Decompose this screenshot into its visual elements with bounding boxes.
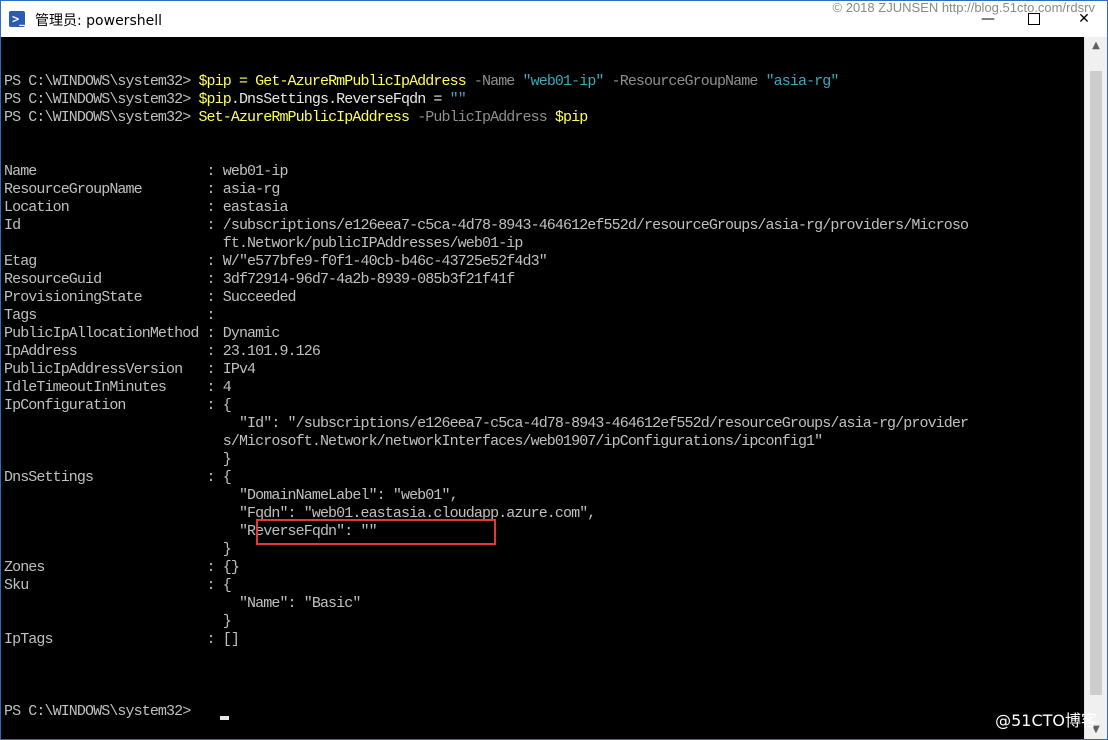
output-line: Zones : {} bbox=[4, 559, 240, 576]
output-line: DnsSettings : { bbox=[4, 469, 232, 486]
output-line: IpAddress : 23.101.9.126 bbox=[4, 343, 321, 360]
output-line: IpConfiguration : { bbox=[4, 397, 232, 414]
output-line: ResourceGuid : 3df72914-96d7-4a2b-8939-0… bbox=[4, 271, 515, 288]
output-line: Etag : W/"e577bfe9-f0f1-40cb-b46c-43725e… bbox=[4, 253, 548, 270]
output-line: "Name": "Basic" bbox=[4, 595, 361, 612]
output-line: ft.Network/publicIPAddresses/web01-ip bbox=[4, 235, 524, 252]
output-line: IpTags : [] bbox=[4, 631, 240, 648]
output-line: "Id": "/subscriptions/e126eea7-c5ca-4d78… bbox=[4, 415, 969, 432]
command-token: $pip = bbox=[190, 73, 256, 90]
output-line: ResourceGroupName : asia-rg bbox=[4, 181, 280, 198]
maximize-icon bbox=[1028, 13, 1040, 25]
command-token: "web01-ip" bbox=[522, 73, 605, 90]
final-prompt: PS C:\WINDOWS\system32> bbox=[4, 703, 191, 720]
output-line: IdleTimeoutInMinutes : 4 bbox=[4, 379, 232, 396]
powershell-window: >_ 管理员: powershell © 2018 ZJUNSEN http:/… bbox=[0, 0, 1108, 740]
command-token: .DnsSettings.ReverseFqdn = bbox=[230, 91, 450, 108]
window-title: 管理员: powershell bbox=[35, 13, 162, 29]
command-line-3: PS C:\WINDOWS\system32> Set-AzureRmPubli… bbox=[4, 109, 588, 127]
output-line: Name : web01-ip bbox=[4, 163, 288, 180]
output-line: PublicIpAllocationMethod : Dynamic bbox=[4, 325, 280, 342]
vertical-scrollbar[interactable]: ▲ ▼ bbox=[1084, 37, 1107, 739]
prompt: PS C:\WINDOWS\system32> bbox=[4, 73, 191, 90]
output-line: } bbox=[4, 613, 232, 630]
output-line: PublicIpAddressVersion : IPv4 bbox=[4, 361, 256, 378]
command-text: $pip = Get-AzureRmPublicIpAddress -Name … bbox=[190, 73, 840, 90]
scroll-up-icon[interactable]: ▲ bbox=[1085, 37, 1107, 55]
watermark-bottom: @51CTO博客 bbox=[995, 711, 1097, 730]
minimize-button[interactable]: — bbox=[965, 1, 1011, 37]
command-text: Set-AzureRmPublicIpAddress -PublicIpAddr… bbox=[190, 109, 588, 126]
prompt: PS C:\WINDOWS\system32> bbox=[4, 91, 191, 108]
scrollbar-thumb[interactable] bbox=[1090, 71, 1102, 695]
command-text: $pip.DnsSettings.ReverseFqdn = "" bbox=[190, 91, 467, 108]
window-controls: — ✕ bbox=[957, 1, 1107, 37]
command-token: Get-AzureRmPublicIpAddress bbox=[255, 73, 467, 90]
output-line: } bbox=[4, 451, 232, 468]
powershell-icon: >_ bbox=[9, 11, 26, 27]
output-line: } bbox=[4, 541, 232, 558]
output-line: Tags : bbox=[4, 307, 216, 324]
command-token: -ResourceGroupName bbox=[603, 73, 766, 90]
output-line: s/Microsoft.Network/networkInterfaces/we… bbox=[4, 433, 823, 450]
close-button[interactable]: ✕ bbox=[1061, 1, 1107, 37]
command-token: $pip bbox=[554, 109, 588, 126]
output-line: Sku : { bbox=[4, 577, 232, 594]
title-bar[interactable]: >_ 管理员: powershell © 2018 ZJUNSEN http:/… bbox=[1, 0, 1107, 37]
output-line: Location : eastasia bbox=[4, 199, 288, 216]
output-line: ProvisioningState : Succeeded bbox=[4, 289, 297, 306]
command-token: -PublicIpAddress bbox=[409, 109, 555, 126]
command-token: $pip bbox=[190, 91, 231, 108]
console-output[interactable]: PS C:\WINDOWS\system32> $pip = Get-Azure… bbox=[1, 37, 1083, 739]
highlight-box bbox=[256, 519, 496, 545]
output-line: Id : /subscriptions/e126eea7-c5ca-4d78-8… bbox=[4, 217, 969, 234]
maximize-button[interactable] bbox=[1011, 1, 1057, 37]
text-cursor bbox=[220, 716, 229, 720]
command-token: "" bbox=[449, 91, 467, 108]
prompt: PS C:\WINDOWS\system32> bbox=[4, 109, 191, 126]
command-line-2: PS C:\WINDOWS\system32> $pip.DnsSettings… bbox=[4, 91, 467, 109]
command-line-1: PS C:\WINDOWS\system32> $pip = Get-Azure… bbox=[4, 73, 840, 91]
command-token: "asia-rg" bbox=[765, 73, 840, 90]
command-token: -Name bbox=[465, 73, 523, 90]
command-token: Set-AzureRmPublicIpAddress bbox=[190, 109, 410, 126]
output-line: "DomainNameLabel": "web01", bbox=[4, 487, 459, 504]
